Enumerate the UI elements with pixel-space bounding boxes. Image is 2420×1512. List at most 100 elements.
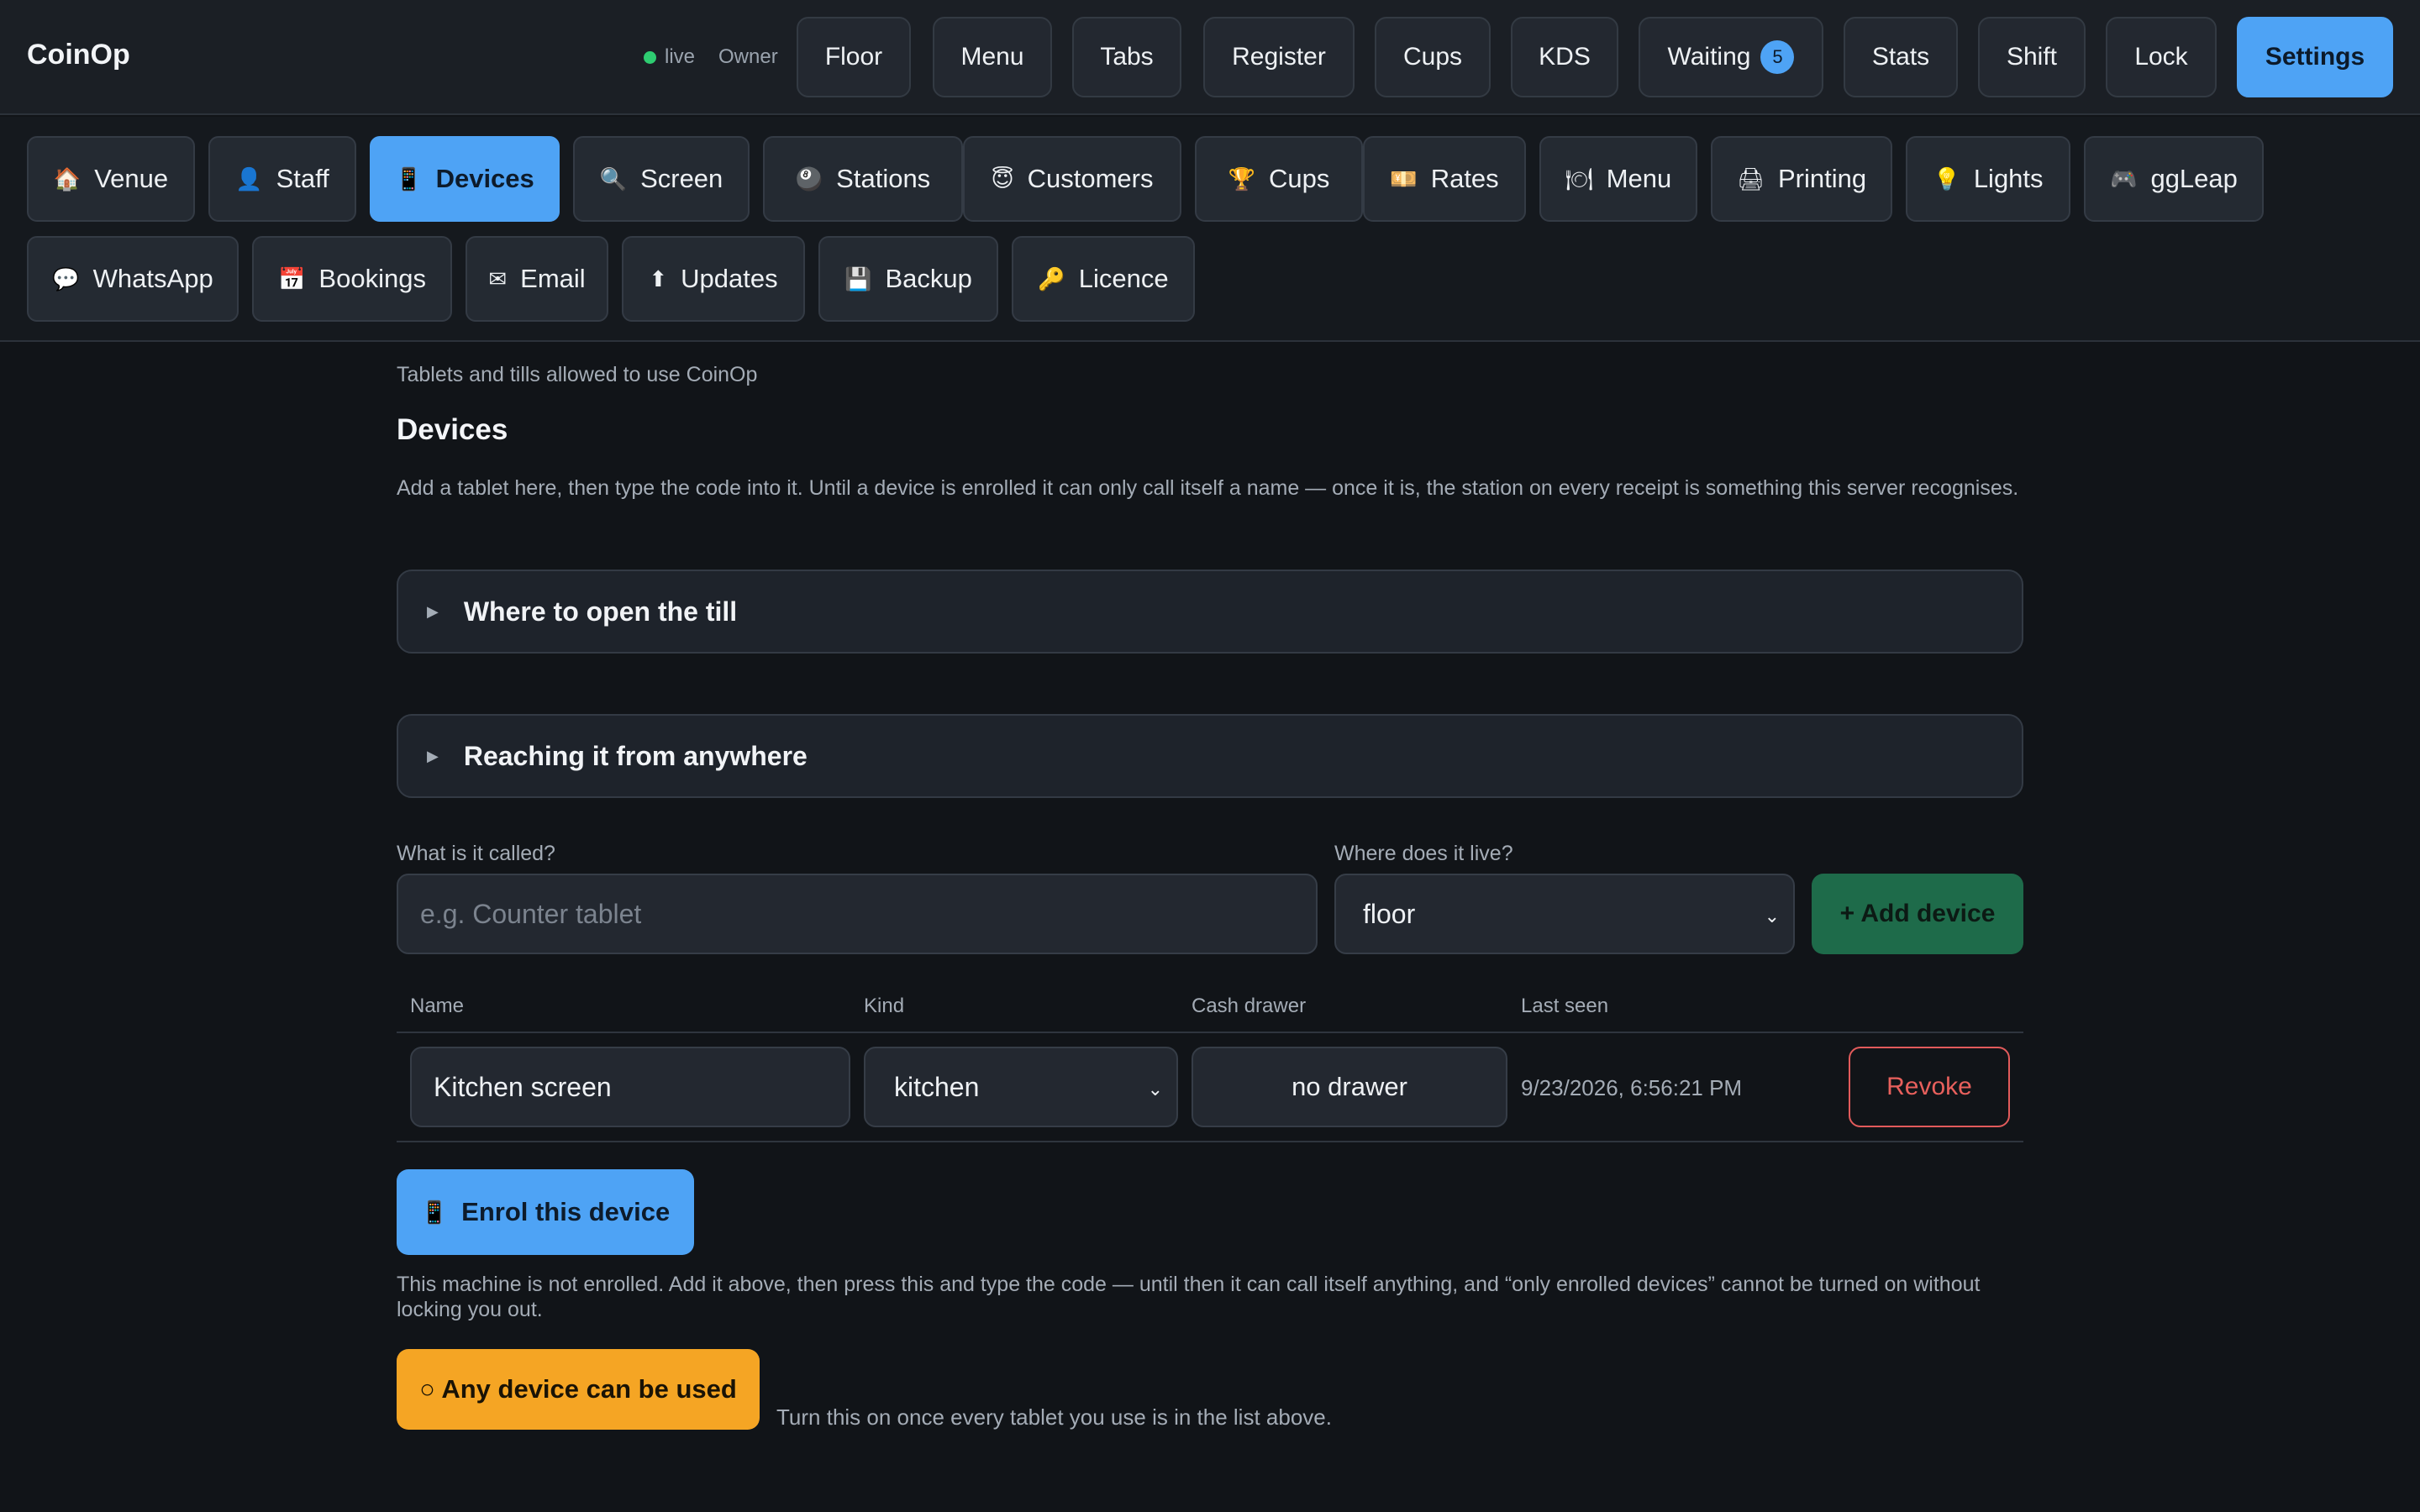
disclosure-triangle-icon: ▶: [427, 602, 439, 620]
tab-cups[interactable]: 🏆 Cups: [1195, 136, 1363, 222]
column-header-cash-drawer: Cash drawer: [1192, 995, 1307, 1017]
device-location-select[interactable]: floor ⌄: [1334, 874, 1795, 954]
top-bar: CoinOp live Owner Floor Menu Tabs Regist…: [0, 0, 2420, 115]
enrol-note: This machine is not enrolled. Add it abo…: [397, 1273, 1981, 1321]
tab-label: Customers: [1027, 164, 1154, 193]
magnifier-icon: 🔍: [599, 165, 628, 192]
nav-stats-button[interactable]: Stats: [1844, 17, 1958, 97]
up-arrow-icon: ⬆: [649, 265, 668, 291]
envelope-icon: ✉: [488, 265, 508, 291]
tab-updates[interactable]: ⬆ Updates: [622, 236, 805, 322]
tab-label: Printing: [1777, 164, 1867, 193]
user-role: Owner: [718, 45, 778, 68]
nav-floor-button[interactable]: Floor: [797, 17, 911, 97]
nav-settings-button[interactable]: Settings: [2237, 17, 2393, 97]
tab-label: Cups: [1269, 164, 1330, 193]
tab-label: WhatsApp: [92, 264, 213, 293]
cash-drawer-button[interactable]: no drawer: [1192, 1047, 1507, 1127]
section-title: Where to open the till: [463, 596, 738, 627]
device-name-input[interactable]: e.g. Counter tablet: [397, 874, 1318, 954]
nav-lock-button[interactable]: Lock: [2106, 17, 2217, 97]
tab-printing[interactable]: 🖨 Printing: [1711, 136, 1892, 222]
tab-stations[interactable]: 🎱 Stations: [763, 136, 963, 222]
nav-tabs-button[interactable]: Tabs: [1072, 17, 1181, 97]
device-location-label: Where does it live?: [1334, 842, 1513, 865]
tab-devices[interactable]: 📱 Devices: [370, 136, 560, 222]
last-seen-value: 9/23/2026, 6:56:21 PM: [1521, 1075, 1743, 1100]
section-where-to-open[interactable]: ▶ Where to open the till: [397, 570, 2023, 654]
tab-label: Stations: [836, 164, 931, 193]
calendar-icon: 📅: [278, 265, 306, 291]
selected-value: kitchen: [894, 1071, 980, 1102]
connection-status: live Owner: [644, 45, 778, 69]
tab-whatsapp[interactable]: 💬 WhatsApp: [27, 236, 239, 322]
revoke-button[interactable]: Revoke: [1849, 1047, 2010, 1127]
status-text: live: [665, 45, 696, 68]
tab-label: Devices: [435, 164, 534, 193]
waiting-count-badge: 5: [1760, 40, 1795, 74]
tab-label: Email: [520, 264, 586, 293]
tab-ggleap[interactable]: 🎮 ggLeap: [2084, 136, 2264, 222]
trophy-icon: 🏆: [1228, 165, 1255, 192]
page-description: Add a tablet here, then type the code in…: [397, 476, 2019, 500]
tab-label: Backup: [885, 264, 972, 293]
device-kind-select[interactable]: kitchen ⌄: [864, 1047, 1178, 1127]
settings-tab-bar: 🏠 Venue 👤 Staff 📱 Devices 🔍 Screen 🎱 Sta…: [0, 117, 2420, 342]
chevron-down-icon: ⌄: [1764, 906, 1780, 927]
tab-customers[interactable]: 😇 Customers: [963, 136, 1181, 222]
device-name-field[interactable]: Kitchen screen: [410, 1047, 850, 1127]
tab-label: Menu: [1606, 164, 1672, 193]
column-header-last-seen: Last seen: [1521, 995, 1609, 1017]
column-header-kind: Kind: [864, 995, 905, 1017]
tab-label: Updates: [681, 264, 778, 293]
tab-label: Staff: [276, 164, 329, 193]
chat-icon: 💬: [52, 265, 80, 291]
plate-icon: 🍽: [1565, 165, 1593, 192]
bulb-icon: 💡: [1933, 165, 1960, 192]
tab-label: Rates: [1430, 164, 1499, 193]
tab-licence[interactable]: 🔑 Licence: [1012, 236, 1195, 322]
nav-menu-button[interactable]: Menu: [933, 17, 1052, 97]
any-device-toggle-button[interactable]: ○ Any device can be used: [397, 1349, 760, 1430]
table-divider: [397, 1141, 2023, 1142]
enrol-device-button[interactable]: 📱 Enrol this device: [397, 1169, 694, 1255]
tab-bookings[interactable]: 📅 Bookings: [252, 236, 452, 322]
tab-rates[interactable]: 💴 Rates: [1363, 136, 1526, 222]
banknote-icon: 💴: [1390, 165, 1418, 192]
nav-waiting-button[interactable]: Waiting 5: [1639, 17, 1823, 97]
house-icon: 🏠: [53, 165, 82, 192]
tab-label: Bookings: [318, 264, 426, 293]
nav-register-button[interactable]: Register: [1203, 17, 1355, 97]
tab-backup[interactable]: 💾 Backup: [818, 236, 998, 322]
person-icon: 👤: [235, 165, 263, 192]
enrol-label: Enrol this device: [461, 1197, 671, 1226]
tab-label: ggLeap: [2150, 164, 2238, 193]
tab-staff[interactable]: 👤 Staff: [208, 136, 356, 222]
chevron-down-icon: ⌄: [1147, 1079, 1163, 1100]
floppy-icon: 💾: [844, 265, 872, 291]
nav-kds-button[interactable]: KDS: [1511, 17, 1618, 97]
tab-label: Licence: [1078, 264, 1169, 293]
any-device-note: Turn this on once every tablet you use i…: [776, 1404, 1332, 1430]
page-subtitle: Tablets and tills allowed to use CoinOp: [397, 363, 758, 386]
nav-shift-button[interactable]: Shift: [1978, 17, 2086, 97]
gamepad-icon: 🎮: [2110, 165, 2138, 192]
add-device-button[interactable]: + Add device: [1812, 874, 2023, 954]
tab-menu[interactable]: 🍽 Menu: [1539, 136, 1697, 222]
disclosure-triangle-icon: ▶: [427, 747, 439, 764]
live-dot-icon: [644, 50, 656, 64]
table-divider: [397, 1032, 2023, 1033]
column-header-name: Name: [410, 995, 465, 1017]
tab-lights[interactable]: 💡 Lights: [1906, 136, 2070, 222]
nav-cups-button[interactable]: Cups: [1375, 17, 1491, 97]
tab-venue[interactable]: 🏠 Venue: [27, 136, 195, 222]
phone-icon: 📱: [395, 165, 423, 192]
tab-screen[interactable]: 🔍 Screen: [573, 136, 750, 222]
selected-value: floor: [1363, 898, 1416, 929]
section-reaching-anywhere[interactable]: ▶ Reaching it from anywhere: [397, 714, 2023, 798]
device-name-label: What is it called?: [397, 842, 555, 865]
tab-label: Screen: [640, 164, 723, 193]
phone-icon: 📱: [420, 1199, 449, 1225]
tab-email[interactable]: ✉ Email: [466, 236, 608, 322]
section-title: Reaching it from anywhere: [463, 740, 808, 771]
